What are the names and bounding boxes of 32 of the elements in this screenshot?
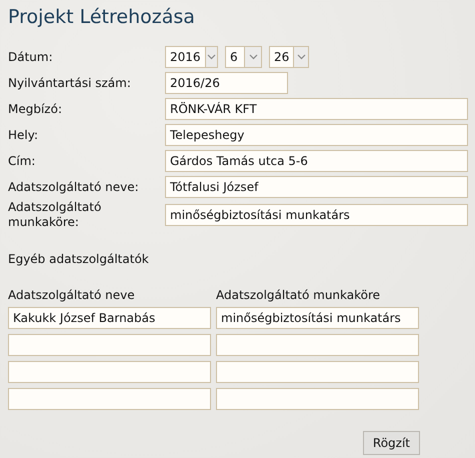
chevron-down-icon — [248, 54, 258, 60]
chevron-down-icon — [206, 54, 216, 60]
field-label: Hely: — [8, 128, 40, 142]
input-field[interactable]: Gárdos Tamás utca 5-6 — [165, 150, 468, 172]
input-field[interactable] — [216, 388, 419, 410]
field-label: Adatszolgáltató munkaköre: — [8, 200, 102, 230]
chevron-down-icon — [296, 54, 306, 60]
field-label: Dátum: — [8, 50, 54, 64]
date-select[interactable]: 2016 — [165, 46, 218, 68]
input-field[interactable]: RÖNK-VÁR KFT — [165, 98, 468, 120]
field-label: Adatszolgáltató neve: — [8, 180, 140, 194]
input-field[interactable] — [8, 388, 211, 410]
date-select[interactable]: 6 — [225, 46, 262, 68]
input-field[interactable] — [216, 361, 419, 383]
input-field[interactable] — [216, 334, 419, 356]
field-label: Cím: — [8, 154, 36, 168]
input-field[interactable]: Tótfalusi József — [165, 176, 468, 198]
input-field[interactable]: minőségbiztosítási munkatárs — [165, 204, 468, 226]
input-field[interactable] — [8, 334, 211, 356]
field-label: Megbízó: — [8, 102, 63, 116]
input-field[interactable]: minőségbiztosítási munkatárs — [216, 307, 419, 329]
input-field[interactable]: 2016/26 — [165, 72, 288, 94]
input-field[interactable] — [8, 361, 211, 383]
column-header: Adatszolgáltató neve — [8, 288, 136, 302]
section-heading: Egyéb adatszolgáltatók — [8, 252, 150, 266]
column-header: Adatszolgáltató munkaköre — [216, 288, 382, 302]
date-select[interactable]: 26 — [269, 46, 309, 68]
field-label: Nyilvántartási szám: — [8, 76, 132, 90]
input-field[interactable]: Telepeshegy — [165, 124, 468, 146]
page-title: Projekt Létrehozása — [8, 5, 196, 30]
input-field[interactable]: Kakukk József Barnabás — [8, 307, 211, 329]
save-button[interactable]: Rögzít — [362, 431, 420, 455]
